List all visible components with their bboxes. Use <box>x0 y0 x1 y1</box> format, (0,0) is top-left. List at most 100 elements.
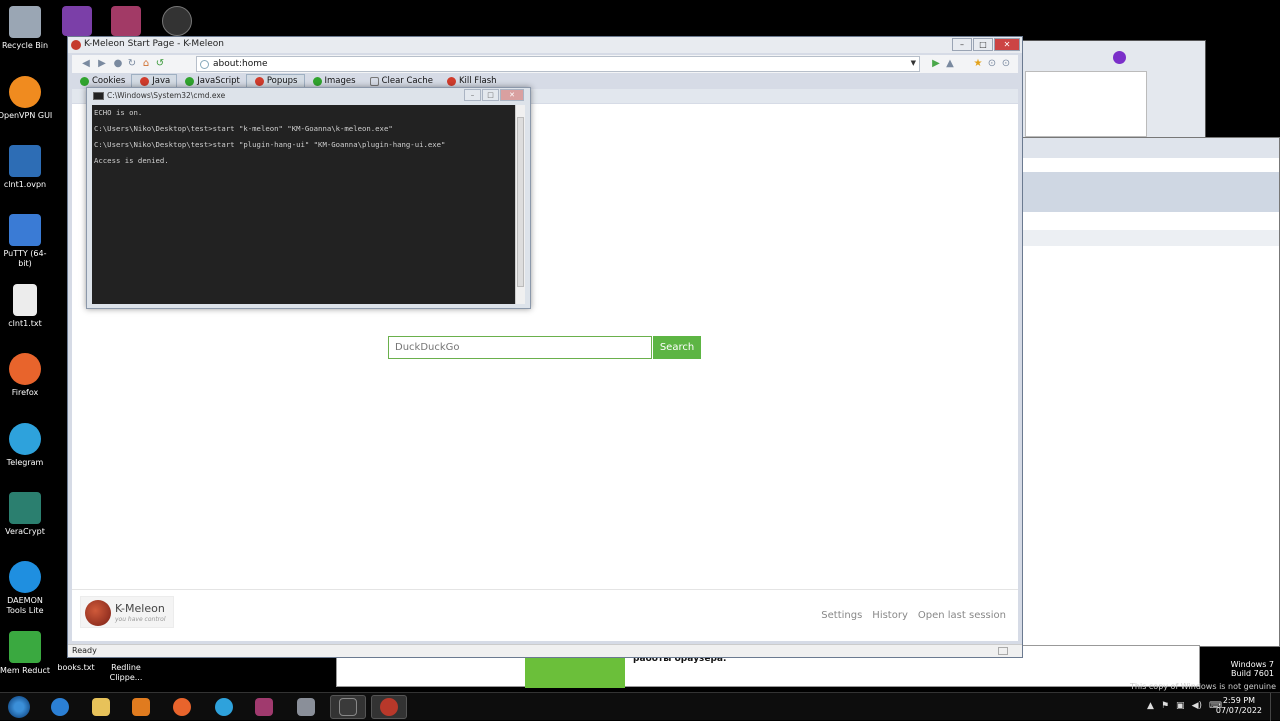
volume-icon[interactable]: ◀) <box>1192 701 1202 711</box>
windows-build: Build 7601 <box>1231 669 1274 678</box>
desktop-icon-label: PuTTY (64-bit) <box>3 249 47 268</box>
taskbar-ie[interactable] <box>42 695 78 719</box>
forward-icon[interactable]: ▶ <box>96 58 108 70</box>
stop-icon[interactable]: ● <box>112 58 124 70</box>
plugin-kill-flash[interactable]: Kill Flash <box>439 74 503 88</box>
plugin-java[interactable]: Java <box>131 74 178 88</box>
open-last-session-link[interactable]: Open last session <box>918 610 1006 621</box>
plugin-label: Java <box>152 76 171 86</box>
desktop-icon-recycle-bin[interactable]: Recycle Bin <box>0 6 53 51</box>
settings-link[interactable]: Settings <box>821 610 862 621</box>
media-player-icon <box>132 698 150 716</box>
taskbar-media[interactable] <box>123 695 159 719</box>
taskbar-tools[interactable] <box>288 695 324 719</box>
background-window-2[interactable] <box>1022 137 1280 647</box>
console-line: ECHO is on. <box>94 108 143 117</box>
back-icon[interactable]: ◀ <box>80 58 92 70</box>
desktop-icon-label: DAEMON Tools Lite <box>6 596 44 615</box>
start-button[interactable] <box>8 696 30 718</box>
openvpn-icon <box>9 76 41 108</box>
desktop-icon-daemon-tools[interactable]: DAEMON Tools Lite <box>0 561 53 616</box>
refresh-green-icon[interactable]: ↺ <box>154 58 166 70</box>
start-page-footer: K-Meleon you have control Settings Histo… <box>72 589 1018 641</box>
cmd-minimize-button[interactable]: – <box>464 89 481 101</box>
desktop-icon-clnt1-ovpn[interactable]: clnt1.ovpn <box>0 145 53 190</box>
plugin-toolbar: Cookies Java JavaScript Popups Images Cl… <box>72 74 1018 88</box>
search-input[interactable] <box>388 336 652 359</box>
resize-grip-icon[interactable] <box>998 647 1008 655</box>
desktop-icon-veracrypt[interactable]: VeraCrypt <box>0 492 53 537</box>
bookmark-up-icon[interactable]: ▲ <box>944 58 956 70</box>
windows-watermark: Windows 7 Build 7601 <box>1231 660 1274 678</box>
address-bar[interactable]: about:home ▼ <box>196 56 920 72</box>
cmd-icon <box>93 92 104 100</box>
minimize-button[interactable]: – <box>952 38 972 51</box>
desktop-icon-openvpn[interactable]: OpenVPN GUI <box>0 76 53 121</box>
sidebar-icon[interactable]: ⊙ <box>986 58 998 70</box>
taskbar-cmd[interactable] <box>330 695 366 719</box>
cmd-titlebar[interactable]: C:\Windows\System32\cmd.exe – □ ✕ <box>87 88 530 104</box>
go-icon[interactable]: ▶ <box>930 58 942 70</box>
plugin-clear-cache[interactable]: Clear Cache <box>362 74 439 88</box>
clock-date: 07/07/2022 <box>1215 706 1262 715</box>
history-link[interactable]: History <box>872 610 908 621</box>
tray-expand-icon[interactable]: ▲ <box>1147 701 1154 711</box>
network-icon[interactable]: ▣ <box>1176 701 1185 711</box>
plugin-popups[interactable]: Popups <box>245 74 305 88</box>
address-dropdown-icon[interactable]: ▼ <box>911 59 916 67</box>
cmd-maximize-button[interactable]: □ <box>482 89 499 101</box>
plugin-label: Images <box>324 76 356 86</box>
desktop-icon-books-txt[interactable]: books.txt <box>48 663 104 673</box>
maximize-button[interactable]: □ <box>973 38 993 51</box>
app-shortcut-icon[interactable] <box>162 6 192 36</box>
taskbar-firefox[interactable] <box>164 695 200 719</box>
status-text: Ready <box>72 646 97 655</box>
cmd-window[interactable]: C:\Windows\System32\cmd.exe – □ ✕ ECHO i… <box>86 87 531 309</box>
text-file-icon <box>13 284 37 316</box>
desktop-icon-label: Redline Clippe... <box>109 663 143 682</box>
ie-icon <box>51 698 69 716</box>
cmd-close-button[interactable]: ✕ <box>500 89 524 101</box>
taskbar-telegram[interactable] <box>206 695 242 719</box>
show-desktop-button[interactable] <box>1270 693 1280 721</box>
plugin-label: Popups <box>266 76 298 86</box>
reload-icon[interactable]: ↻ <box>126 58 138 70</box>
taskbar-k-meleon[interactable] <box>371 695 407 719</box>
desktop-icon-label: Firefox <box>11 388 39 397</box>
winrar-icon <box>255 698 273 716</box>
desktop-icon-telegram[interactable]: Telegram <box>0 423 53 468</box>
console-output[interactable]: ECHO is on. C:\Users\Niko\Desktop\test>st… <box>92 105 517 304</box>
plugin-cookies[interactable]: Cookies <box>72 74 131 88</box>
k-meleon-logo-icon <box>85 600 111 626</box>
search-button[interactable]: Search <box>653 336 701 359</box>
action-center-icon[interactable]: ⚑ <box>1161 701 1169 711</box>
desktop-icon-label: Mem Reduct <box>0 666 50 675</box>
tor-browser-icon[interactable] <box>62 6 92 36</box>
genuine-notice: This copy of Windows is not genuine <box>1130 682 1276 691</box>
close-button[interactable]: ✕ <box>994 38 1020 51</box>
background-window[interactable] <box>1022 40 1206 140</box>
desktop-icon-putty[interactable]: PuTTY (64-bit) <box>0 214 53 269</box>
scrollbar-thumb[interactable] <box>517 117 524 287</box>
taskbar-winrar[interactable] <box>246 695 282 719</box>
recycle-bin-icon <box>9 6 41 38</box>
desktop-icon-firefox[interactable]: Firefox <box>0 353 53 398</box>
enabled-icon <box>185 76 195 86</box>
taskbar-explorer[interactable] <box>83 695 119 719</box>
desktop-icon-clnt1-txt[interactable]: clnt1.txt <box>0 284 53 329</box>
browser-titlebar[interactable]: K-Meleon Start Page - K-Meleon – □ ✕ <box>68 37 1022 53</box>
tools-icon <box>297 698 315 716</box>
clock[interactable]: 2:59 PM 07/07/2022 <box>1216 696 1262 716</box>
plugin-images[interactable]: Images <box>305 74 362 88</box>
bookmark-star-icon[interactable]: ★ <box>972 58 984 70</box>
plugin-javascript[interactable]: JavaScript <box>177 74 246 88</box>
desktop-icon-mem-reduct[interactable]: Mem Reduct <box>0 631 53 676</box>
navigation-toolbar: ◀ ▶ ● ↻ ⌂ ↺ about:home ▼ ▶ ▲ ★ ⊙ ⊙ <box>72 55 1018 73</box>
logo-name: K-Meleon <box>115 602 165 615</box>
disabled-icon <box>254 76 264 86</box>
console-scrollbar[interactable] <box>515 105 525 304</box>
home-icon[interactable]: ⌂ <box>140 58 152 70</box>
menu-icon[interactable]: ⊙ <box>1000 58 1012 70</box>
winrar-icon[interactable] <box>111 6 141 36</box>
desktop-icon-redline[interactable]: Redline Clippe... <box>98 663 154 683</box>
